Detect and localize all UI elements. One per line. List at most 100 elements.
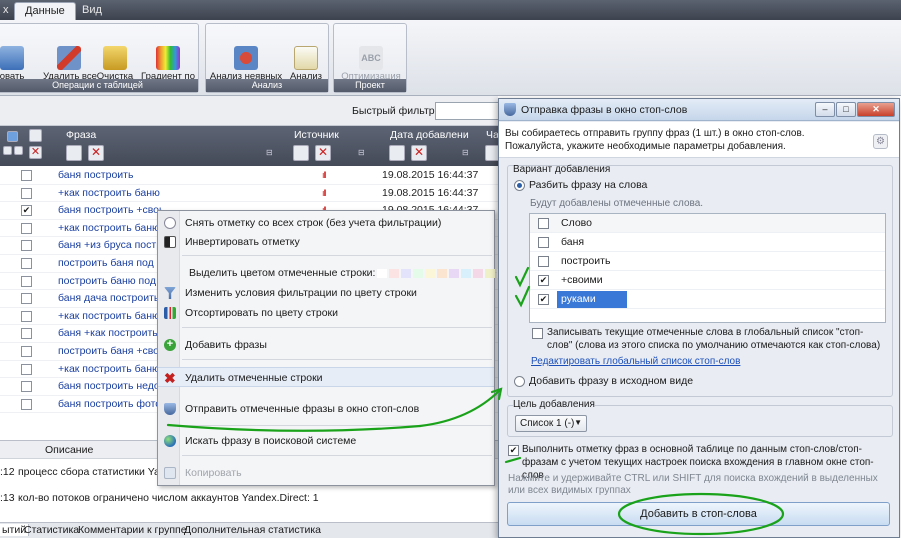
menu-sort-by-color[interactable]: Отсортировать по цвету строки (158, 303, 494, 323)
tab-view[interactable]: Вид (72, 2, 112, 20)
color-swatch[interactable] (437, 268, 448, 278)
gradient-icon (156, 46, 180, 70)
minimize-button[interactable]: – (815, 102, 835, 117)
column-phrase[interactable]: Фраза (66, 129, 96, 141)
row-phrase: баня построить (58, 169, 134, 181)
menu-color-rows[interactable]: Выделить цветом отмеченные строки: (158, 263, 520, 283)
color-swatch[interactable] (377, 268, 388, 278)
row-phrase: +как построить баню (58, 221, 160, 234)
menu-copy[interactable]: Копировать (158, 463, 494, 483)
word-checkbox[interactable]: ✔ (538, 275, 549, 286)
phrase-filter-icon[interactable] (66, 145, 82, 161)
tab-extra-statistics[interactable]: Дополнительная статистика (184, 524, 321, 536)
pin-icon[interactable]: ⊟ (462, 148, 469, 157)
color-swatch[interactable] (461, 268, 472, 278)
row-checkbox[interactable]: ✔ (21, 205, 32, 217)
target-select[interactable]: Список 1 (-) ▼ (515, 415, 587, 432)
select-all-icon[interactable] (7, 131, 18, 142)
log-time: :12 (0, 466, 15, 478)
menu-delete-marked[interactable]: ✖ Удалить отмеченные строки (158, 367, 494, 387)
phrase-clear-filter-icon[interactable]: ✕ (88, 145, 104, 161)
tab-data[interactable]: Данные (14, 2, 76, 20)
quick-filter-input[interactable] (435, 102, 499, 120)
date-filter-icon[interactable] (389, 145, 405, 161)
color-swatch[interactable] (425, 268, 436, 278)
maximize-button[interactable]: □ (836, 102, 856, 117)
row-checkbox[interactable] (21, 310, 32, 322)
row-checkbox[interactable] (21, 363, 32, 375)
clear-icon[interactable]: ✕ (29, 146, 42, 159)
grid-header: ✕ Фраза ✕ ⊟ Источник ✕ ⊟ Дата добавлени … (0, 126, 501, 166)
add-to-stopwords-button[interactable]: Добавить в стоп-слова (507, 502, 890, 526)
global-list-checkbox[interactable] (532, 328, 543, 339)
option-split-label[interactable]: Разбить фразу на слова (529, 179, 647, 191)
row-phrase: баня дача построить (58, 292, 160, 305)
column-extra[interactable]: Ча (486, 129, 499, 141)
word-row[interactable]: ✔ +своими (530, 271, 885, 290)
table-row[interactable]: +как построить баню ıll 19.08.2015 16:44:3… (0, 185, 498, 203)
shield-icon (164, 403, 176, 415)
bottom-tabs: ытий Статистика Комментарии к группе Доп… (0, 522, 498, 538)
row-checkbox[interactable] (21, 275, 32, 287)
word-checkbox[interactable] (538, 256, 549, 267)
row-checkbox[interactable] (21, 222, 32, 234)
radio-split[interactable] (514, 180, 525, 191)
row-checkbox[interactable] (21, 170, 32, 181)
menu-invert[interactable]: Инвертировать отметку (158, 232, 494, 252)
option-original-label[interactable]: Добавить фразу в исходном виде (529, 375, 693, 387)
menu-send-to-stopwords[interactable]: Отправить отмеченные фразы в окно стоп-с… (158, 399, 494, 419)
row-checkbox[interactable] (21, 381, 32, 393)
dialog-intro-area: Вы собираетесь отправить группу фраз (1 … (499, 122, 899, 158)
mark-phrases-checkbox[interactable]: ✔ (508, 445, 519, 456)
close-button[interactable]: ✕ (857, 102, 895, 117)
column-settings-icon[interactable] (29, 129, 42, 142)
log-text: кол-во потоков ограничено числом аккаунт… (18, 492, 319, 504)
color-swatch[interactable] (401, 268, 412, 278)
tab-group-comments[interactable]: Комментарии к группе (78, 524, 187, 536)
row-checkbox[interactable] (21, 293, 32, 305)
table-row[interactable]: баня построить ıll 19.08.2015 16:44:37 (0, 167, 498, 185)
row-checkbox[interactable] (21, 398, 32, 410)
row-checkbox[interactable] (21, 240, 32, 252)
date-clear-filter-icon[interactable]: ✕ (411, 145, 427, 161)
word-row[interactable]: баня (530, 233, 885, 252)
settings-gear-icon[interactable]: ⚙ (873, 134, 888, 149)
row-phrase: построить баня +свои (58, 345, 162, 357)
source-clear-filter-icon[interactable]: ✕ (315, 145, 331, 161)
row-checkbox[interactable] (21, 328, 32, 340)
edit-global-list-link[interactable]: Редактировать глобальный список стоп-сло… (531, 356, 740, 367)
dialog-intro: Вы собираетесь отправить группу фраз (1 … (505, 128, 805, 152)
row-phrase: построить баня под кл (58, 257, 162, 269)
color-swatch[interactable] (473, 268, 484, 278)
column-date[interactable]: Дата добавлени (390, 129, 469, 141)
word-row[interactable]: ✔ руками (530, 290, 885, 309)
toggle-1-icon[interactable] (3, 146, 12, 155)
word-label: построить (561, 255, 611, 267)
tab-partial[interactable]: х (0, 2, 12, 20)
word-select-all[interactable] (538, 218, 549, 229)
quick-filter-bar: Быстрый фильтр: (0, 96, 499, 126)
row-checkbox[interactable] (21, 258, 32, 269)
color-swatch[interactable] (449, 268, 460, 278)
menu-uncheck-all[interactable]: Снять отметку со всех строк (без учета ф… (158, 213, 494, 233)
word-checkbox[interactable] (538, 237, 549, 248)
column-source[interactable]: Источник (294, 129, 339, 141)
menu-search-engine[interactable]: Искать фразу в поисковой системе (158, 431, 494, 451)
row-checkbox[interactable] (21, 187, 32, 199)
word-row[interactable]: построить (530, 252, 885, 271)
menu-filter-by-color[interactable]: Изменить условия фильтрации по цвету стр… (158, 283, 494, 303)
toggle-2-icon[interactable] (14, 146, 23, 155)
word-checkbox[interactable]: ✔ (538, 294, 549, 305)
tab-statistics[interactable]: Статистика (24, 524, 79, 536)
color-swatch[interactable] (389, 268, 400, 278)
pin-icon[interactable]: ⊟ (266, 148, 273, 157)
source-filter-icon[interactable] (293, 145, 309, 161)
color-swatch[interactable] (413, 268, 424, 278)
radio-original[interactable] (514, 376, 525, 387)
stopwords-dialog: Отправка фразы в окно стоп-слов – □ ✕ Вы… (498, 98, 900, 538)
color-swatch[interactable] (485, 268, 496, 278)
menu-add-phrases[interactable]: + Добавить фразы (158, 335, 494, 355)
target-label: Цель добавления (513, 399, 595, 410)
pin-icon[interactable]: ⊟ (358, 148, 365, 157)
row-checkbox[interactable] (21, 346, 32, 357)
